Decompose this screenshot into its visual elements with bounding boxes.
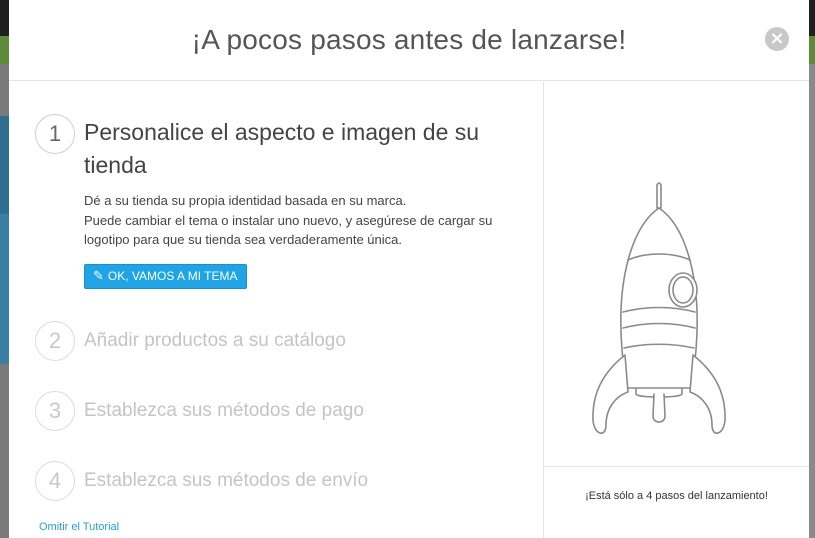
illustration-panel: ¡Está sólo a 4 pasos del lanzamiento! <box>543 82 809 538</box>
rocket-area <box>544 82 809 466</box>
skip-tutorial-link[interactable]: Omitir el Tutorial <box>39 521 119 533</box>
step-title: Establezca sus métodos de pago <box>84 400 364 421</box>
step-title: Establezca sus métodos de envío <box>84 470 369 491</box>
background-right-strip <box>809 64 815 538</box>
onboarding-modal: ¡A pocos pasos antes de lanzarse! × 1 Pe… <box>9 0 809 538</box>
button-label: OK, VAMOS A MI TEMA <box>107 269 238 283</box>
step-description: Dé a su tienda su propia identidad basad… <box>84 191 524 250</box>
rocket-icon <box>592 182 726 434</box>
step-title: Personalice el aspecto e imagen de su ti… <box>84 119 480 178</box>
step-3[interactable]: 3 Establezca sus métodos de pago <box>35 391 364 431</box>
step-2[interactable]: 2 Añadir productos a su catálogo <box>35 321 346 361</box>
background-left-strip <box>0 64 9 538</box>
steps-column: 1 Personalice el aspecto e imagen de su … <box>9 82 543 538</box>
modal-title: ¡A pocos pasos antes de lanzarse! <box>191 24 627 55</box>
pencil-icon: ✎ <box>93 269 104 284</box>
step-title: Añadir productos a su catálogo <box>84 330 346 351</box>
modal-header: ¡A pocos pasos antes de lanzarse! × <box>9 0 809 81</box>
step-number: 4 <box>35 461 75 501</box>
steps-remaining-text: ¡Está sólo a 4 pasos del lanzamiento! <box>585 490 768 502</box>
step-number: 3 <box>35 391 75 431</box>
close-icon[interactable]: × <box>765 27 789 51</box>
modal-body: 1 Personalice el aspecto e imagen de su … <box>9 82 809 538</box>
panel-divider <box>544 466 809 467</box>
description-line: Dé a su tienda su propia identidad basad… <box>84 193 407 208</box>
go-to-theme-button[interactable]: ✎ OK, VAMOS A MI TEMA <box>84 264 247 289</box>
step-number: 2 <box>35 321 75 361</box>
step-number: 1 <box>35 114 75 154</box>
description-line: Puede cambiar el tema o instalar uno nue… <box>84 212 493 248</box>
step-1: 1 Personalice el aspecto e imagen de su … <box>35 114 515 182</box>
step-4[interactable]: 4 Establezca sus métodos de envío <box>35 461 368 501</box>
background-left-panel <box>0 214 9 364</box>
